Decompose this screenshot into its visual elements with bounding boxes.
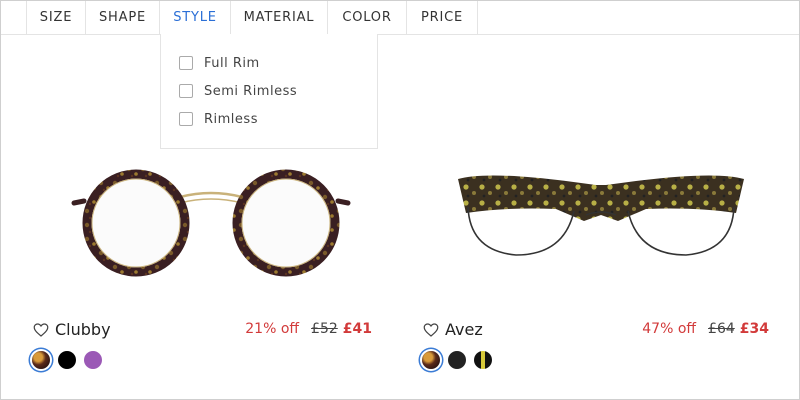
product-name[interactable]: Avez [445, 320, 483, 339]
style-filter-dropdown: Full Rim Semi Rimless Rimless [160, 34, 378, 149]
tab-shape[interactable]: SHAPE [86, 1, 160, 34]
sale-price: £34 [739, 321, 769, 337]
filter-bar: SIZE SHAPE STYLE MATERIAL COLOR PRICE [1, 1, 799, 35]
option-label: Rimless [204, 111, 258, 127]
clubby-glasses-image[interactable] [56, 151, 366, 281]
tab-price[interactable]: PRICE [407, 1, 478, 34]
style-option-full-rim[interactable]: Full Rim [179, 54, 260, 72]
checkbox[interactable] [179, 56, 193, 70]
style-option-semi-rimless[interactable]: Semi Rimless [179, 82, 297, 100]
style-option-rimless[interactable]: Rimless [179, 110, 258, 128]
checkbox[interactable] [179, 112, 193, 126]
checkbox[interactable] [179, 84, 193, 98]
color-swatches [422, 351, 500, 369]
swatch-tortoise[interactable] [422, 351, 440, 369]
old-price: £64 [708, 321, 735, 337]
product-name[interactable]: Clubby [55, 320, 111, 339]
avez-glasses-image[interactable] [446, 151, 756, 271]
tab-size[interactable]: SIZE [26, 1, 86, 34]
discount-label: 21% off [245, 321, 300, 337]
product-card-clubby: Clubby [32, 320, 111, 339]
tab-style[interactable]: STYLE [160, 1, 231, 35]
option-label: Full Rim [204, 55, 260, 71]
price-block: 21% off £52 £41 [245, 321, 372, 337]
tab-color[interactable]: COLOR [328, 1, 407, 34]
swatch-black[interactable] [58, 351, 76, 369]
option-label: Semi Rimless [204, 83, 298, 99]
tab-material[interactable]: MATERIAL [231, 1, 328, 34]
swatch-tortoise[interactable] [32, 351, 50, 369]
swatch-purple[interactable] [84, 351, 102, 369]
color-swatches [32, 351, 110, 369]
product-card-avez: Avez [422, 320, 483, 339]
price-block: 47% off £64 £34 [642, 321, 769, 337]
swatch-dark-grey[interactable] [448, 351, 466, 369]
old-price: £52 [311, 321, 338, 337]
swatch-black-yellow[interactable] [474, 351, 492, 369]
heart-outline-icon[interactable] [32, 321, 50, 339]
discount-label: 47% off [642, 321, 697, 337]
heart-outline-icon[interactable] [422, 321, 440, 339]
sale-price: £41 [342, 321, 372, 337]
product-listing: SIZE SHAPE STYLE MATERIAL COLOR PRICE Cl… [0, 0, 800, 400]
